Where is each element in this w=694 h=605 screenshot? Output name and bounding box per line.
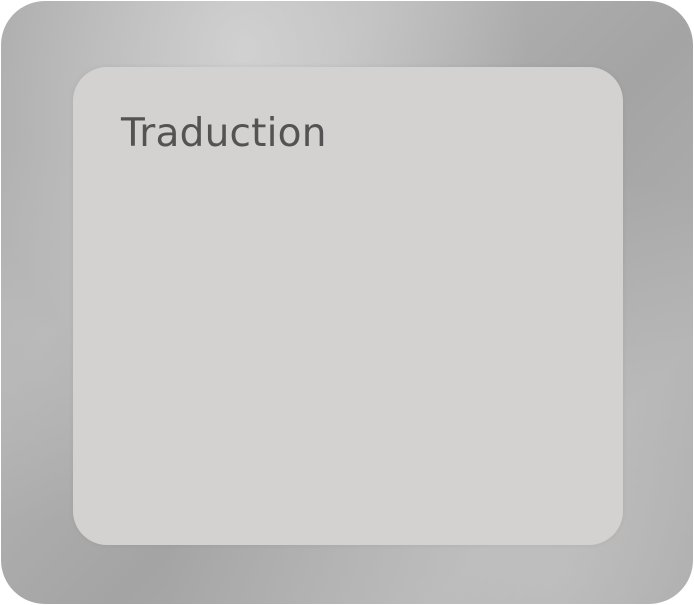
widget-frame: Traduction — [1, 1, 693, 604]
translation-card[interactable]: Traduction — [73, 67, 623, 545]
card-title: Traduction — [121, 111, 327, 156]
